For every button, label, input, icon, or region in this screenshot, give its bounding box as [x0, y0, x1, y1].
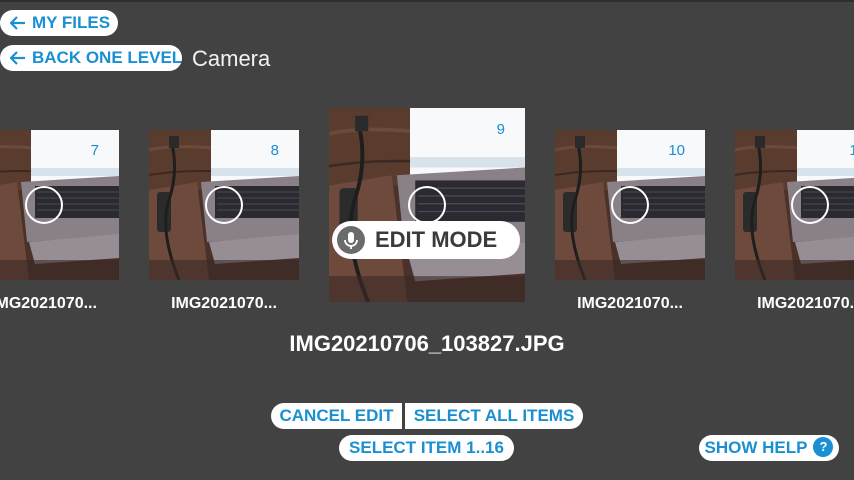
- thumbnail-9-selected[interactable]: 9: [329, 108, 525, 302]
- back-arrow-icon: [10, 45, 26, 65]
- selection-circle-icon[interactable]: [25, 186, 63, 224]
- selection-circle-icon[interactable]: [408, 186, 446, 224]
- select-all-items-label: SELECT ALL ITEMS: [413, 406, 575, 425]
- thumbnail-caption-8: IMG2021070...: [171, 295, 277, 312]
- thumbnail-number: 9: [496, 121, 505, 138]
- back-arrow-icon: [10, 10, 26, 30]
- top-divider: [0, 0, 854, 2]
- show-help-button[interactable]: SHOW HELP?: [699, 435, 839, 461]
- selection-circle-icon[interactable]: [205, 186, 243, 224]
- help-icon: ?: [813, 437, 834, 458]
- thumbnail-number: 7: [90, 142, 99, 159]
- select-item-range-label: SELECT ITEM 1..16: [349, 438, 504, 457]
- select-item-range-button[interactable]: SELECT ITEM 1..16: [339, 435, 514, 461]
- back-one-level-button[interactable]: BACK ONE LEVEL: [0, 45, 182, 71]
- back-one-level-label: BACK ONE LEVEL: [32, 48, 182, 67]
- cancel-edit-label: CANCEL EDIT: [279, 406, 394, 425]
- folder-title: Camera: [192, 46, 271, 71]
- my-files-label: MY FILES: [32, 13, 111, 32]
- selected-filename: IMG20210706_103827.JPG: [289, 331, 565, 356]
- selection-circle-icon[interactable]: [791, 186, 829, 224]
- thumbnail-7[interactable]: 7: [0, 130, 119, 280]
- cancel-edit-button[interactable]: CANCEL EDIT: [271, 403, 402, 429]
- thumbnail-number: 8: [270, 142, 279, 159]
- thumbnail-8[interactable]: 8: [149, 130, 299, 280]
- edit-mode-label: EDIT MODE: [375, 227, 498, 252]
- thumbnail-11[interactable]: 11: [735, 130, 854, 280]
- microphone-icon: [337, 226, 365, 254]
- my-files-button[interactable]: MY FILES: [0, 10, 118, 36]
- thumbnail-number: 10: [668, 142, 685, 159]
- select-all-items-button[interactable]: SELECT ALL ITEMS: [405, 403, 583, 429]
- show-help-label: SHOW HELP: [704, 438, 808, 457]
- thumbnail-caption-11: IMG2021070...: [757, 295, 854, 312]
- thumbnail-number: 11: [849, 142, 854, 159]
- edit-mode-badge[interactable]: EDIT MODE: [332, 221, 520, 259]
- thumbnail-caption-7: IMG2021070...: [0, 295, 97, 312]
- thumbnail-caption-10: IMG2021070...: [577, 295, 683, 312]
- thumbnail-10[interactable]: 10: [555, 130, 705, 280]
- selection-circle-icon[interactable]: [611, 186, 649, 224]
